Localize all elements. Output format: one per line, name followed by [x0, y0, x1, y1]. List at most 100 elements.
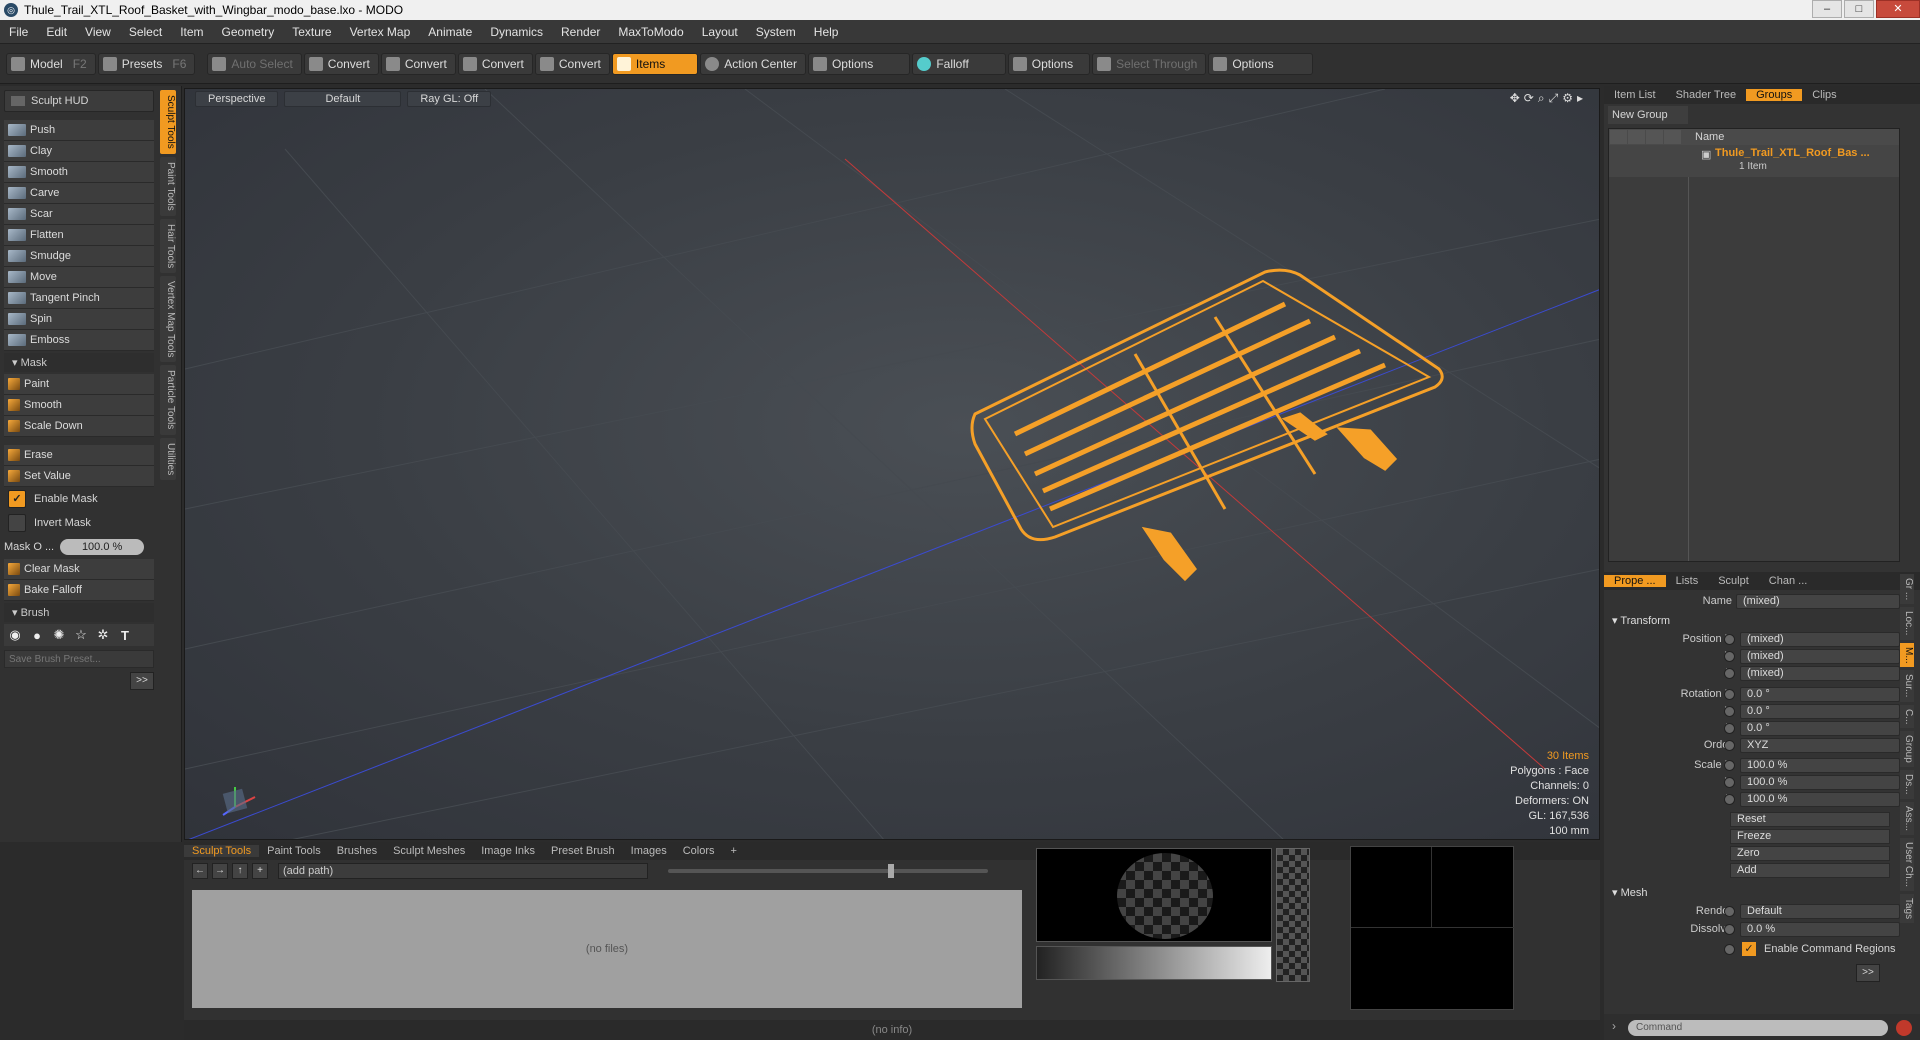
model-button[interactable]: Model F2 [6, 52, 96, 75]
tab-vertex-map-tools[interactable]: Vertex Map Tools [160, 275, 176, 363]
keyframe-dot-icon[interactable] [1724, 723, 1735, 734]
convert-edges-button[interactable]: Convert [380, 52, 456, 75]
rotation-x-field[interactable]: 0.0 ° [1740, 687, 1900, 702]
keyframe-dot-icon[interactable] [1724, 706, 1735, 717]
keyframe-dot-icon[interactable] [1724, 668, 1735, 679]
menu-dynamics[interactable]: Dynamics [481, 25, 552, 39]
mask-group-header[interactable]: ▾ Mask [4, 353, 154, 372]
tab-gr[interactable]: Gr ... [1900, 574, 1914, 605]
tab-images[interactable]: Images [623, 845, 675, 857]
keyframe-dot-icon[interactable] [1724, 944, 1735, 955]
group-row[interactable]: ▣ Thule_Trail_XTL_Roof_Bas ... 1 Item [1609, 145, 1899, 177]
tab-sculpt-tools-bottom[interactable]: Sculpt Tools [184, 845, 260, 857]
checkmark-icon[interactable]: ✓ [1742, 942, 1756, 956]
mesh-section[interactable]: ▾ Mesh [1612, 886, 1647, 899]
keyframe-dot-icon[interactable] [1724, 760, 1735, 771]
menu-vertex-map[interactable]: Vertex Map [341, 25, 420, 39]
scale-z-field[interactable]: 100.0 % [1740, 792, 1900, 807]
convert-polygons-button[interactable]: Convert [457, 52, 533, 75]
tab-image-inks[interactable]: Image Inks [473, 845, 543, 857]
options-button-3[interactable]: Options [1208, 52, 1313, 75]
mask-opacity-field[interactable]: 100.0 % [60, 539, 145, 555]
tool-push[interactable]: Push [4, 120, 154, 141]
mask-scale-down[interactable]: Scale Down [4, 416, 154, 437]
menu-maxtomodo[interactable]: MaxToModo [609, 25, 692, 39]
more-properties-button[interactable]: >> [1856, 964, 1880, 982]
tab-utilities[interactable]: Utilities [160, 437, 176, 480]
play-icon[interactable]: ▸ [1577, 91, 1583, 106]
roof-basket-mesh[interactable] [970, 268, 1444, 582]
auto-select-button[interactable]: Auto Select [207, 52, 302, 75]
visibility-eye-icon[interactable] [1610, 130, 1627, 144]
tool-emboss[interactable]: Emboss [4, 330, 154, 351]
items-button[interactable]: Items [611, 52, 699, 75]
keyframe-dot-icon[interactable] [1724, 740, 1735, 751]
minimize-button[interactable]: – [1812, 0, 1842, 18]
tab-group[interactable]: Group [1900, 731, 1914, 768]
menu-layout[interactable]: Layout [693, 25, 747, 39]
shading-dropdown[interactable]: Default [284, 91, 402, 107]
pan-icon[interactable]: ✥ [1510, 91, 1520, 106]
tab-item-list[interactable]: Item List [1604, 89, 1666, 101]
menu-texture[interactable]: Texture [283, 25, 340, 39]
position-z-field[interactable]: (mixed) [1740, 666, 1900, 681]
position-x-field[interactable]: (mixed) [1740, 632, 1900, 647]
brush-group-header[interactable]: ▾ Brush [4, 603, 154, 622]
freeze-dropdown[interactable]: Freeze [1730, 829, 1890, 844]
tab-shader-tree[interactable]: Shader Tree [1666, 89, 1747, 101]
menu-view[interactable]: View [76, 25, 120, 39]
back-arrow-icon[interactable]: ← [192, 863, 208, 879]
dissolve-field[interactable]: 0.0 % [1740, 922, 1900, 937]
keyframe-dot-icon[interactable] [1724, 794, 1735, 805]
tab-sculpt-meshes[interactable]: Sculpt Meshes [385, 845, 473, 857]
tool-carve[interactable]: Carve [4, 183, 154, 204]
tab-sculpt[interactable]: Sculpt [1708, 575, 1759, 587]
tab-user-ch[interactable]: User Ch... [1900, 837, 1914, 891]
tool-spin[interactable]: Spin [4, 309, 154, 330]
tab-colors[interactable]: Colors [675, 845, 723, 857]
select-through-button[interactable]: Select Through [1092, 52, 1207, 75]
rotation-z-field[interactable]: 0.0 ° [1740, 721, 1900, 736]
render-dropdown[interactable]: Default [1740, 904, 1900, 919]
tab-sculpt-tools[interactable]: Sculpt Tools [160, 90, 176, 154]
menu-animate[interactable]: Animate [419, 25, 481, 39]
maximize-viewport-icon[interactable]: ⤢ [1549, 91, 1559, 106]
tab-paint-tools[interactable]: Paint Tools [160, 156, 176, 216]
tab-ds[interactable]: Ds... [1900, 770, 1914, 799]
rotate-icon[interactable]: ⟳ [1524, 91, 1534, 106]
tab-groups[interactable]: Groups [1746, 89, 1803, 101]
scale-y-field[interactable]: 100.0 % [1740, 775, 1900, 790]
select-icon[interactable] [1664, 130, 1681, 144]
presets-button[interactable]: Presets F6 [97, 52, 196, 75]
mask-smooth[interactable]: Smooth [4, 395, 154, 416]
thumbnail-size-slider[interactable] [668, 864, 988, 878]
soft-brush-icon[interactable]: ◉ [4, 625, 26, 645]
menu-select[interactable]: Select [120, 25, 171, 39]
command-history-icon[interactable] [1896, 1020, 1912, 1036]
transform-section[interactable]: ▾ Transform [1612, 614, 1670, 627]
tool-smooth[interactable]: Smooth [4, 162, 154, 183]
zero-dropdown[interactable]: Zero [1730, 846, 1890, 861]
reset-dropdown[interactable]: Reset [1730, 812, 1890, 827]
mask-paint[interactable]: Paint [4, 374, 154, 395]
menu-edit[interactable]: Edit [37, 25, 76, 39]
action-center-button[interactable]: Action Center [700, 52, 806, 75]
tab-tags[interactable]: Tags [1900, 893, 1914, 923]
menu-item[interactable]: Item [171, 25, 212, 39]
tab-hair-tools[interactable]: Hair Tools [160, 218, 176, 273]
close-button[interactable]: ✕ [1876, 0, 1920, 18]
clear-mask-button[interactable]: Clear Mask [4, 559, 154, 580]
menu-geometry[interactable]: Geometry [213, 25, 284, 39]
tab-c[interactable]: C... [1900, 704, 1914, 729]
keyframe-dot-icon[interactable] [1724, 651, 1735, 662]
keyframe-dot-icon[interactable] [1724, 634, 1735, 645]
lock-icon[interactable] [1646, 130, 1663, 144]
tool-move[interactable]: Move [4, 267, 154, 288]
zoom-icon[interactable]: ⌕ [1538, 91, 1545, 106]
forward-arrow-icon[interactable]: → [212, 863, 228, 879]
raygl-toggle[interactable]: Ray GL: Off [407, 91, 492, 107]
add-tab-icon[interactable]: + [723, 845, 745, 857]
bake-falloff-button[interactable]: Bake Falloff [4, 580, 154, 601]
tab-ass[interactable]: Ass... [1900, 801, 1914, 835]
tool-flatten[interactable]: Flatten [4, 225, 154, 246]
